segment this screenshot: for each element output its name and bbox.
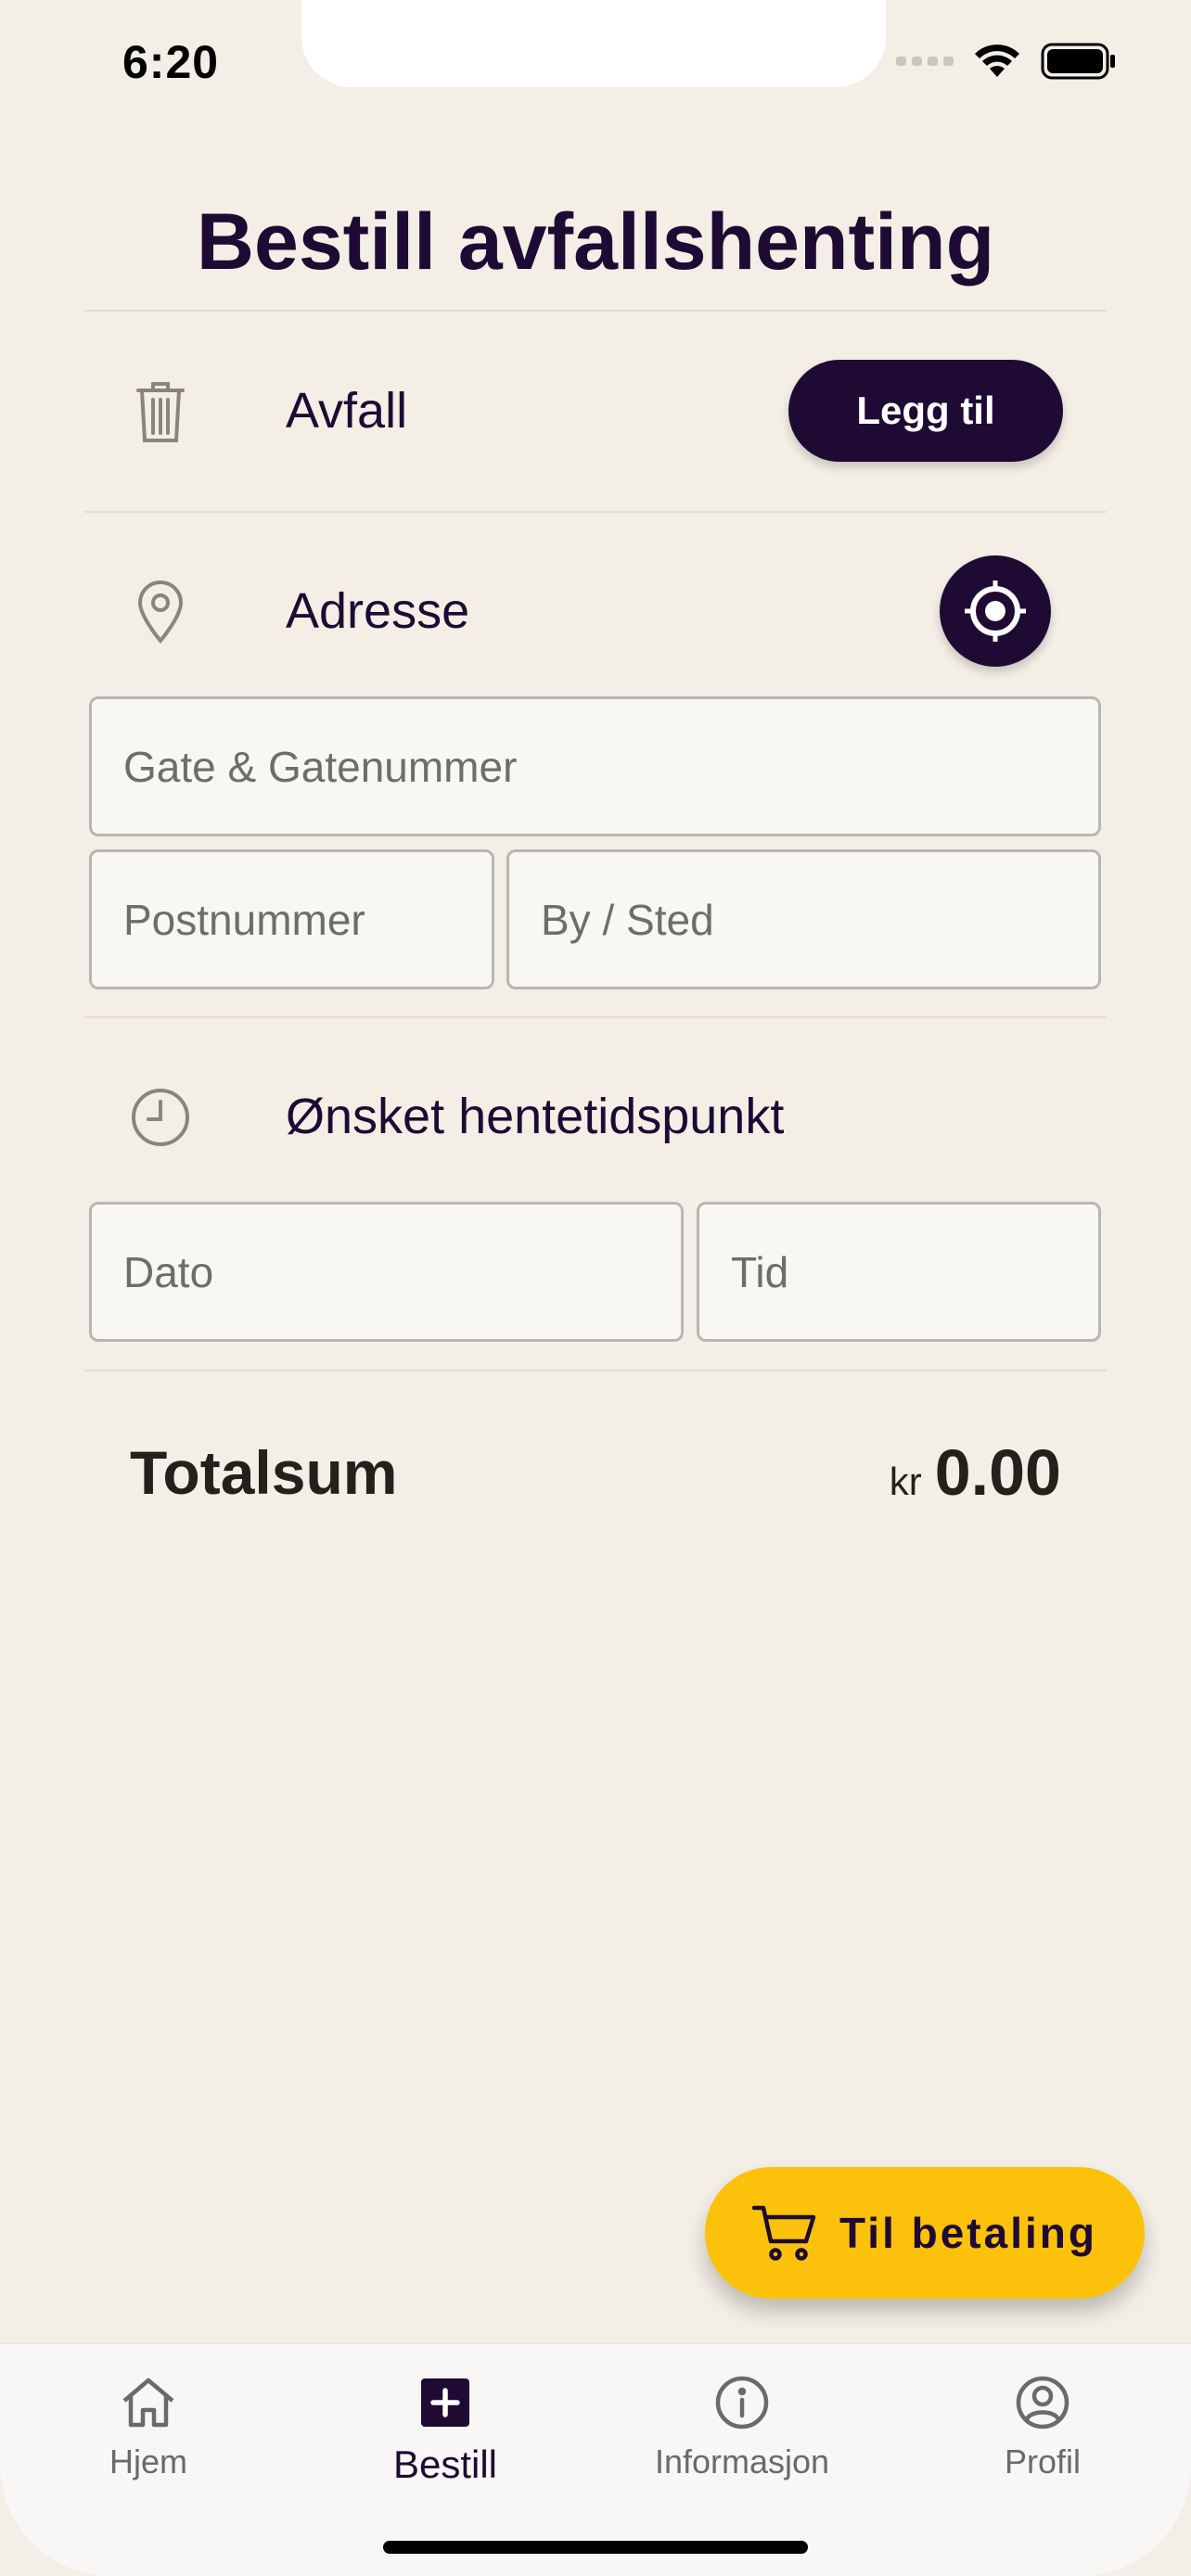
- page-title: Bestill avfallshenting: [196, 198, 995, 287]
- wifi-icon: [975, 45, 1019, 77]
- location-pin-icon: [123, 575, 198, 649]
- tab-label: Profil: [1004, 2442, 1082, 2480]
- divider: [84, 1370, 1107, 1371]
- divider: [84, 511, 1107, 513]
- tab-profile[interactable]: Profil: [894, 2370, 1191, 2481]
- divider: [84, 1016, 1107, 1018]
- address-label: Adresse: [286, 583, 470, 639]
- cart-icon: [752, 2205, 816, 2261]
- info-icon: [715, 2376, 769, 2429]
- total-amount: 0.00: [934, 1436, 1061, 1509]
- device-notch: [301, 0, 886, 87]
- postcode-input[interactable]: [89, 849, 494, 989]
- crosshair-icon: [965, 580, 1026, 642]
- status-icons: [896, 43, 1117, 80]
- battery-icon: [1041, 43, 1115, 80]
- plus-square-icon: [421, 2378, 469, 2427]
- divider: [84, 310, 1107, 312]
- status-time: 6:20: [122, 36, 220, 88]
- waste-label: Avfall: [286, 383, 408, 439]
- tab-label: Hjem: [109, 2442, 187, 2480]
- tab-information[interactable]: Informasjon: [594, 2370, 890, 2481]
- add-waste-button[interactable]: Legg til: [788, 360, 1063, 462]
- profile-icon: [1016, 2376, 1069, 2429]
- home-indicator: [383, 2541, 808, 2554]
- tab-label: Bestill: [392, 2442, 498, 2486]
- cellular-signal-icon: [896, 57, 954, 66]
- tab-label: Informasjon: [654, 2442, 830, 2480]
- total-label: Totalsum: [130, 1438, 398, 1507]
- street-input[interactable]: [89, 696, 1101, 836]
- tab-home[interactable]: Hjem: [0, 2370, 297, 2481]
- date-input[interactable]: [89, 1202, 684, 1342]
- home-icon: [122, 2378, 174, 2428]
- tab-order[interactable]: Bestill: [297, 2370, 594, 2487]
- total-currency: kr: [889, 1460, 922, 1503]
- city-input[interactable]: [506, 849, 1101, 989]
- time-input[interactable]: [697, 1202, 1101, 1342]
- locate-button[interactable]: [940, 555, 1051, 667]
- total-value: kr 0.00: [890, 1435, 1061, 1510]
- pickup-time-label: Ønsket hentetidspunkt: [286, 1089, 785, 1144]
- trash-icon: [123, 375, 198, 449]
- clock-icon: [123, 1080, 198, 1154]
- app-screen: 6:20 Bestill avfallshenting Avfall Legg …: [0, 0, 1191, 2576]
- checkout-label: Til betaling: [839, 2209, 1097, 2257]
- checkout-button[interactable]: Til betaling: [705, 2167, 1145, 2299]
